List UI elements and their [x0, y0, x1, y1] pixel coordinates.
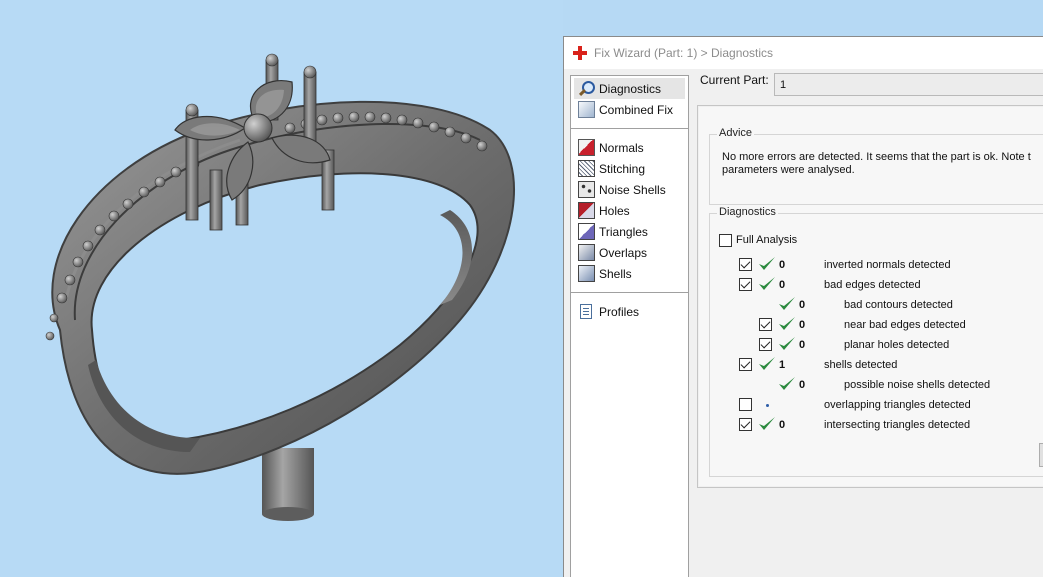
shells-cube-icon	[578, 265, 595, 282]
window-title: Fix Wizard (Part: 1) > Diagnostics	[594, 46, 774, 60]
navigation-panel: Diagnostics Combined Fix Normals Stitchi…	[570, 75, 689, 577]
current-part-field[interactable]: 1	[774, 73, 1043, 96]
advice-line-1: No more errors are detected. It seems th…	[722, 151, 1031, 163]
diagnostic-count: 0	[779, 279, 786, 291]
nav-item-combined-fix[interactable]: Combined Fix	[574, 99, 685, 120]
diagnostic-checkbox[interactable]	[739, 418, 752, 431]
nav-item-shells[interactable]: Shells	[574, 263, 685, 284]
3d-viewport[interactable]	[0, 0, 563, 577]
green-check-icon	[759, 417, 775, 430]
advice-line-2: parameters were analysed.	[722, 164, 855, 176]
nav-group-fixes: Normals Stitching Noise Shells Holes Tri…	[571, 135, 688, 286]
red-cross-icon	[573, 46, 587, 60]
diagnostic-count: 0	[799, 299, 806, 311]
green-check-icon	[759, 257, 775, 270]
magnifier-icon	[578, 80, 595, 97]
diagnostic-checkbox[interactable]	[739, 358, 752, 371]
diagnostic-count: 0	[799, 339, 806, 351]
diagnostics-panel-body: Advice No more errors are detected. It s…	[699, 107, 1043, 486]
diagnostic-count: 0	[799, 379, 806, 391]
diagnostic-checkbox[interactable]	[759, 338, 772, 351]
diagnostic-checkbox[interactable]	[739, 258, 752, 271]
green-check-icon	[759, 277, 775, 290]
nav-label: Holes	[599, 203, 630, 218]
green-check-icon	[759, 357, 775, 370]
nav-item-holes[interactable]: Holes	[574, 200, 685, 221]
green-check-icon	[779, 337, 795, 350]
stitching-cube-icon	[578, 160, 595, 177]
nav-item-noise-shells[interactable]: Noise Shells	[574, 179, 685, 200]
diagnostic-checkbox[interactable]	[739, 278, 752, 291]
fix-wizard-dialog: Fix Wizard (Part: 1) > Diagnostics Diagn…	[563, 36, 1043, 577]
nav-label: Overlaps	[599, 245, 648, 260]
combined-fix-icon	[578, 101, 595, 118]
panel-button[interactable]	[1039, 443, 1043, 467]
nav-item-profiles[interactable]: Profiles	[574, 301, 685, 322]
nav-label: Shells	[599, 266, 632, 281]
diagnostic-label: intersecting triangles detected	[824, 419, 971, 431]
diagnostic-label: near bad edges detected	[844, 319, 966, 331]
diagnostic-label: planar holes detected	[844, 339, 950, 351]
nav-item-normals[interactable]: Normals	[574, 137, 685, 158]
diagnostic-checkbox[interactable]	[739, 398, 752, 411]
nav-label: Stitching	[599, 161, 646, 176]
diagnostic-label: inverted normals detected	[824, 259, 951, 271]
triangles-cube-icon	[578, 223, 595, 240]
advice-group: Advice No more errors are detected. It s…	[709, 127, 1043, 205]
advice-legend: Advice	[717, 127, 755, 139]
title-bar[interactable]: Fix Wizard (Part: 1) > Diagnostics	[564, 37, 1043, 69]
diagnostic-count: 0	[779, 419, 786, 431]
green-check-icon	[779, 297, 795, 310]
nav-label: Normals	[599, 140, 644, 155]
current-part-label: Current Part:	[700, 73, 769, 87]
nav-label: Profiles	[599, 304, 640, 319]
diagnostic-label: shells detected	[824, 359, 898, 371]
nav-group-top: Diagnostics Combined Fix	[571, 76, 688, 122]
pending-dot-icon	[766, 404, 769, 407]
full-analysis-label: Full Analysis	[736, 234, 798, 246]
nav-item-overlaps[interactable]: Overlaps	[574, 242, 685, 263]
nav-item-stitching[interactable]: Stitching	[574, 158, 685, 179]
diagnostic-label: bad contours detected	[844, 299, 953, 311]
nav-divider	[571, 292, 688, 293]
nav-group-bottom: Profiles	[571, 299, 688, 324]
ring-model[interactable]	[0, 0, 563, 577]
diagnostic-count: 0	[799, 319, 806, 331]
diagnostics-panel: Advice No more errors are detected. It s…	[697, 105, 1043, 488]
noise-shells-cube-icon	[578, 181, 595, 198]
holes-cube-icon	[578, 202, 595, 219]
overlaps-cube-icon	[578, 244, 595, 261]
diagnostics-legend: Diagnostics	[717, 206, 778, 218]
full-analysis-checkbox[interactable]	[719, 234, 732, 247]
nav-item-diagnostics[interactable]: Diagnostics	[574, 78, 685, 99]
document-icon	[580, 304, 592, 319]
diagnostic-label: bad edges detected	[824, 279, 921, 291]
diagnostic-count: 1	[779, 359, 786, 371]
nav-label: Triangles	[599, 224, 648, 239]
diagnostic-label: overlapping triangles detected	[824, 399, 971, 411]
diagnostics-group: Diagnostics Full Analysis 0 inverted norm…	[709, 206, 1043, 477]
nav-label: Noise Shells	[599, 182, 666, 197]
green-check-icon	[779, 317, 795, 330]
diagnostic-checkbox[interactable]	[759, 318, 772, 331]
advice-text: No more errors are detected. It seems th…	[722, 151, 1043, 177]
nav-label: Diagnostics	[599, 81, 662, 96]
diagnostic-count: 0	[779, 259, 786, 271]
nav-label: Combined Fix	[599, 102, 674, 117]
green-check-icon	[779, 377, 795, 390]
nav-item-triangles[interactable]: Triangles	[574, 221, 685, 242]
normals-cube-icon	[578, 139, 595, 156]
nav-divider	[571, 128, 688, 129]
diagnostic-label: possible noise shells detected	[844, 379, 991, 391]
